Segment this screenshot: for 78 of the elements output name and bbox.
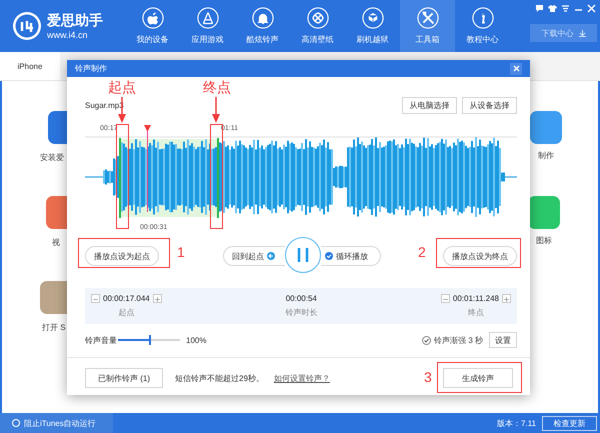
nav-item[interactable]: 刷机越狱 (345, 0, 400, 52)
nav-item[interactable]: 应用游戏 (180, 0, 235, 52)
nav-item[interactable]: 工具箱 (400, 0, 455, 52)
tool-label: 制作 (538, 150, 554, 161)
tool-label: 打开 S (42, 322, 66, 333)
back-to-start-button[interactable]: 回到起点 (223, 246, 285, 266)
bell-icon (252, 7, 274, 29)
app-title: 爱思助手 (47, 12, 103, 30)
box-icon (362, 7, 384, 29)
device-tab[interactable]: iPhone (0, 52, 60, 80)
logo-icon (12, 11, 42, 41)
close-button[interactable] (510, 62, 522, 74)
set-start-button[interactable]: 播放点设为起点 (85, 246, 159, 266)
close-icon[interactable] (587, 4, 596, 13)
source-button[interactable]: 从电脑选择 (402, 97, 457, 114)
itunes-block-toggle[interactable]: 阻止iTunes自动运行 (0, 413, 113, 433)
menu-icon[interactable] (561, 4, 570, 13)
start-time-value: 00:00:17.044 (103, 294, 150, 303)
annotation-label: 起点 (108, 79, 136, 97)
volume-label: 铃声音量 (85, 334, 118, 346)
nav-item[interactable]: 高清壁纸 (290, 0, 345, 52)
shirt-icon[interactable] (548, 4, 557, 13)
tool-tile[interactable] (528, 196, 560, 229)
help-link[interactable]: 如何设置铃声？ (274, 372, 330, 384)
start-label: 起点 (118, 307, 134, 318)
loop-play-toggle[interactable]: 循环播放 (321, 246, 381, 266)
tool-label: 视 (52, 237, 60, 248)
generate-button[interactable]: 生成铃声 (443, 368, 513, 388)
tool-label: 图标 (536, 235, 552, 246)
volume-reading: 100% (186, 336, 206, 344)
made-ringtones-button[interactable]: 已制作铃声 (1) (85, 368, 163, 388)
fade-in-checkbox[interactable] (422, 336, 432, 344)
fade-in-label: 铃声渐强 3 秒 (434, 334, 483, 346)
apple-icon (142, 7, 164, 29)
tools-icon (416, 7, 438, 29)
check-update-button[interactable]: 检查更新 (542, 416, 597, 430)
annotation-label: 终点 (203, 79, 231, 97)
tool-tile[interactable] (46, 196, 67, 229)
nav-item[interactable]: 我的设备 (125, 0, 180, 52)
back-arrow-icon (267, 252, 275, 260)
source-button[interactable]: 从设备选择 (462, 97, 517, 114)
end-time-value: 00:01:11.248 (452, 294, 499, 303)
plus-icon (503, 295, 510, 304)
step-number: 2 (418, 244, 426, 260)
tool-label: 安装爱 (40, 152, 64, 163)
end-label: 终点 (468, 307, 484, 318)
annotation-arrow (212, 97, 220, 123)
dialog-title: 铃声制作 (75, 63, 107, 74)
set-end-button[interactable]: 播放点设为终点 (443, 246, 517, 266)
flower-icon (306, 7, 328, 29)
app-url: www.i4.cn (47, 30, 89, 40)
step-number: 3 (424, 369, 432, 385)
duration-note: 短信铃声不能超过29秒。 (175, 372, 264, 384)
plus-icon (154, 295, 161, 304)
end-marker[interactable] (217, 138, 219, 218)
playhead-marker[interactable] (144, 125, 151, 212)
tool-tile[interactable] (530, 111, 562, 144)
pause-button[interactable] (285, 237, 321, 273)
minus-button[interactable] (440, 294, 450, 303)
app-store-icon (196, 7, 218, 29)
step-number: 1 (177, 244, 185, 260)
close-icon (512, 65, 520, 72)
nav-item[interactable]: 教程中心 (455, 0, 510, 52)
info-icon (472, 7, 494, 29)
tool-tile[interactable] (40, 281, 67, 314)
settings-button[interactable]: 设置 (489, 332, 517, 348)
pause-icon (296, 247, 310, 263)
start-marker[interactable] (119, 138, 121, 218)
download-icon (578, 30, 586, 36)
duration-value: 00:00:54 (286, 294, 317, 303)
plus-button[interactable] (502, 294, 511, 303)
plus-button[interactable] (152, 294, 162, 303)
version-label: 版本：7.11 (497, 418, 536, 428)
nav-item[interactable]: 酷炫铃声 (235, 0, 290, 52)
message-icon[interactable] (535, 4, 544, 13)
duration-label: 铃声时长 (285, 307, 318, 318)
tool-tile[interactable] (48, 111, 67, 144)
minus-button[interactable] (91, 294, 100, 303)
